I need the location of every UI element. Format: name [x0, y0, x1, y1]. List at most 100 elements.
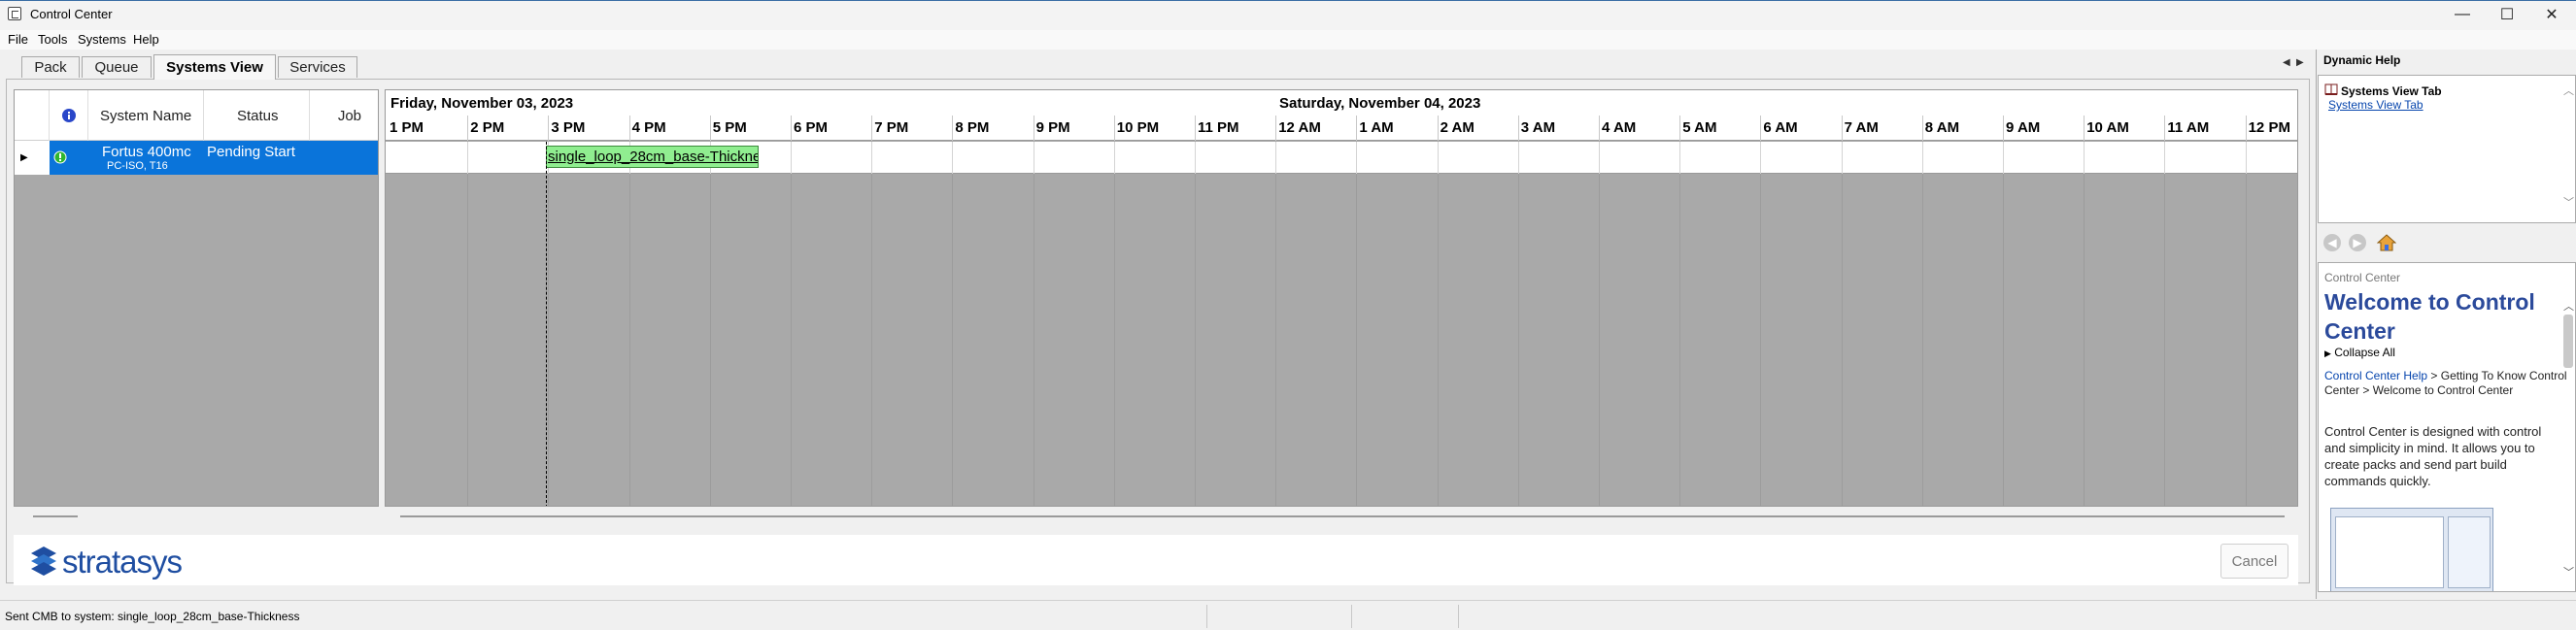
tab-pack[interactable]: Pack [21, 56, 80, 78]
help-crumb-trail: Control Center Help > Getting To Know Co… [2324, 369, 2567, 398]
timeline-row[interactable]: single_loop_28cm_base-Thickne [386, 142, 2297, 174]
hour-gridline [1113, 116, 1115, 141]
menu-tools[interactable]: Tools [38, 32, 67, 47]
help-topic-link[interactable]: Systems View Tab [2328, 98, 2423, 112]
hour-label: 1 PM [390, 119, 424, 136]
hour-gridline [709, 116, 711, 141]
column-system-name[interactable]: System Name [88, 90, 204, 141]
background-gridline [1679, 174, 1681, 506]
scroll-up-icon[interactable]: ︿ [2563, 83, 2574, 98]
background-gridline [952, 174, 954, 506]
row-gridline [1195, 142, 1196, 174]
job-bar[interactable]: single_loop_28cm_base-Thickne [546, 146, 759, 168]
help-topics-pane: Systems View Tab Systems View Tab ︿ ﹀ [2318, 75, 2576, 223]
hour-label: 11 AM [2167, 119, 2210, 136]
app-icon [8, 7, 21, 20]
timeline-chart: Friday, November 03, 2023 Saturday, Nove… [385, 89, 2298, 507]
hour-label: 6 AM [1763, 119, 1798, 136]
tab-systems-view[interactable]: Systems View [153, 54, 276, 80]
hour-gridline [1195, 116, 1196, 141]
system-config-cell: PC-ISO, T16 [107, 160, 168, 172]
menu-help[interactable]: Help [133, 32, 159, 47]
hour-label: 5 PM [712, 119, 747, 136]
help-crumb-link[interactable]: Control Center Help [2324, 369, 2427, 382]
background-gridline [548, 174, 550, 506]
title-bar [0, 0, 2576, 30]
row-gridline [1275, 142, 1277, 174]
collapse-all-label: Collapse All [2334, 346, 2395, 359]
row-gridline [1356, 142, 1358, 174]
background-gridline [1356, 174, 1358, 506]
hour-label: 3 PM [551, 119, 586, 136]
row-gridline [1599, 142, 1600, 174]
hour-gridline [1437, 116, 1439, 141]
hour-gridline [791, 116, 792, 141]
column-status[interactable]: Status [204, 90, 310, 141]
background-gridline [1760, 174, 1762, 506]
minimize-button[interactable]: — [2440, 0, 2485, 29]
row-pointer-icon: ▶ [20, 152, 28, 163]
background-gridline [467, 174, 469, 506]
background-gridline [2164, 174, 2166, 506]
grid-header: System Name Status Job [15, 90, 378, 141]
info-icon [61, 109, 76, 122]
background-gridline [871, 174, 873, 506]
hour-label: 6 PM [794, 119, 829, 136]
menu-bar [0, 30, 2576, 50]
row-gridline [1437, 142, 1439, 174]
scroll-down-icon[interactable]: ﹀ [2563, 564, 2574, 580]
menu-systems[interactable]: Systems [78, 32, 126, 47]
row-gridline [1113, 142, 1115, 174]
background-gridline [2003, 174, 2004, 506]
cancel-button[interactable]: Cancel [2220, 544, 2288, 579]
background-gridline [791, 174, 792, 506]
tab-scroll-left-icon[interactable]: ◀ [2283, 57, 2290, 68]
selected-row[interactable]: Fortus 400mc PC-ISO, T16 Pending Start [50, 141, 378, 175]
hour-label: 2 PM [470, 119, 505, 136]
status-message: Sent CMB to system: single_loop_28cm_bas… [5, 610, 300, 623]
status-ok-icon [53, 150, 67, 164]
row-gridline [1517, 142, 1519, 174]
tab-services[interactable]: Services [278, 56, 357, 78]
scrollbar-thumb[interactable] [400, 515, 2285, 517]
grid-horizontal-scrollbar[interactable] [14, 507, 379, 524]
back-icon[interactable]: ◀ [2323, 234, 2341, 251]
close-button[interactable]: ✕ [2529, 0, 2574, 29]
day-label-friday: Friday, November 03, 2023 [390, 95, 574, 112]
menu-file[interactable]: File [8, 32, 28, 47]
scroll-up-icon[interactable]: ︿ [2563, 298, 2574, 314]
forward-icon[interactable]: ▶ [2349, 234, 2366, 251]
collapse-all-toggle[interactable]: ▶ Collapse All [2324, 346, 2395, 359]
help-panel-title: Dynamic Help [2323, 53, 2401, 67]
background-gridline [628, 174, 630, 506]
hour-gridline [628, 116, 630, 141]
scroll-down-icon[interactable]: ﹀ [2563, 194, 2574, 210]
maximize-button[interactable]: ☐ [2485, 0, 2529, 29]
hour-label: 4 AM [1602, 119, 1637, 136]
hour-label: 9 PM [1035, 119, 1070, 136]
current-time-line [546, 142, 547, 506]
scrollbar-thumb[interactable] [33, 515, 78, 517]
hour-label: 5 AM [1682, 119, 1717, 136]
hour-gridline [1599, 116, 1600, 141]
background-gridline [1195, 174, 1196, 506]
help-scrollbar-thumb[interactable] [2563, 315, 2573, 368]
table-row[interactable]: ▶ Fortus 400mc PC-ISO, T16 Pending Start [15, 141, 378, 175]
info-column-header[interactable] [50, 90, 88, 141]
home-icon[interactable] [2377, 233, 2396, 252]
column-job[interactable]: Job [310, 90, 378, 141]
help-screenshot-thumbnail[interactable] [2330, 508, 2493, 591]
hour-label: 11 PM [1198, 119, 1239, 136]
panel-divider[interactable] [2316, 50, 2317, 599]
background-gridline [2245, 174, 2247, 506]
row-gridline [2245, 142, 2247, 174]
tab-queue[interactable]: Queue [82, 56, 152, 78]
tab-scroll-right-icon[interactable]: ▶ [2296, 57, 2304, 68]
hour-label: 9 AM [2006, 119, 2041, 136]
hour-gridline [1679, 116, 1681, 141]
status-divider [1206, 605, 1207, 628]
help-content-pane: Control Center Welcome to Control Center… [2318, 262, 2576, 592]
hour-gridline [1760, 116, 1762, 141]
timeline-horizontal-scrollbar[interactable] [385, 507, 2298, 524]
help-breadcrumb-head: Control Center [2324, 271, 2401, 284]
